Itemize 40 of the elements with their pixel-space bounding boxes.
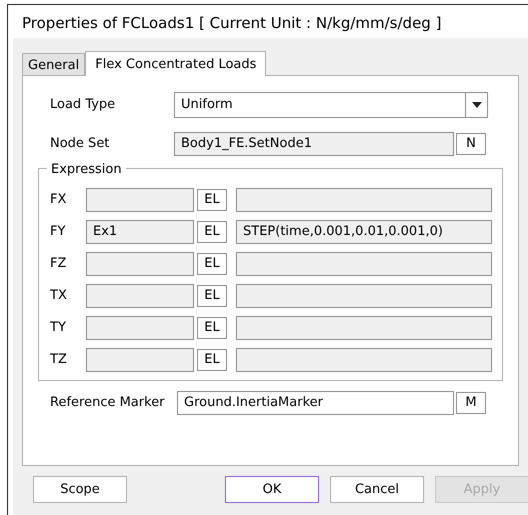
expression-field[interactable] — [236, 348, 492, 372]
dialog-button[interactable]: Cancel — [330, 476, 424, 503]
name-field[interactable]: Ex1 — [86, 220, 194, 244]
tab[interactable]: Flex Concentrated Loads — [85, 51, 266, 76]
expression-field[interactable] — [236, 188, 492, 212]
dropdown-value: Uniform — [181, 96, 234, 114]
expression-field[interactable]: STEP(time,0.001,0.01,0.001,0) — [236, 220, 492, 244]
name-field[interactable] — [86, 316, 194, 340]
field-label: TZ — [50, 351, 68, 370]
marker-button[interactable]: M — [456, 392, 486, 414]
window-title: Properties of FCLoads1 [ Current Unit : N/kg/mm/s/deg ] — [21, 13, 442, 34]
expression-list-button[interactable]: EL — [197, 189, 227, 211]
expression-list-button[interactable]: EL — [197, 285, 227, 307]
field-label: Load Type — [50, 96, 116, 114]
field-label: FX — [50, 191, 68, 210]
field-label: FY — [50, 223, 66, 242]
expression-list-button[interactable]: EL — [197, 253, 227, 275]
name-field[interactable] — [86, 188, 194, 212]
field-label: FZ — [50, 255, 68, 274]
name-field[interactable] — [86, 284, 194, 308]
expression-list-button[interactable]: EL — [197, 349, 227, 371]
node-button[interactable]: N — [456, 133, 486, 155]
tab[interactable]: General — [22, 53, 86, 75]
name-field[interactable] — [86, 252, 194, 276]
dialog-button[interactable]: Scope — [33, 476, 127, 503]
field-label: TX — [50, 287, 68, 306]
expression-field[interactable] — [236, 284, 492, 308]
expression-field[interactable] — [236, 252, 492, 276]
expression-list-button[interactable]: EL — [197, 221, 227, 243]
name-field[interactable] — [86, 348, 194, 372]
field-label: Node Set — [50, 135, 110, 154]
dropdown-arrow-icon — [472, 102, 482, 108]
field-label: TY — [50, 319, 67, 338]
expression-list-button[interactable]: EL — [197, 317, 227, 339]
node-set-field[interactable]: Body1_FE.SetNode1 — [174, 132, 454, 156]
field-label: Reference Marker — [50, 394, 166, 412]
expression-field[interactable] — [236, 316, 492, 340]
reference-marker-field[interactable]: Ground.InertiaMarker — [177, 391, 454, 415]
dialog-button[interactable]: OK — [225, 476, 319, 503]
dropdown[interactable]: Uniform — [174, 92, 488, 118]
